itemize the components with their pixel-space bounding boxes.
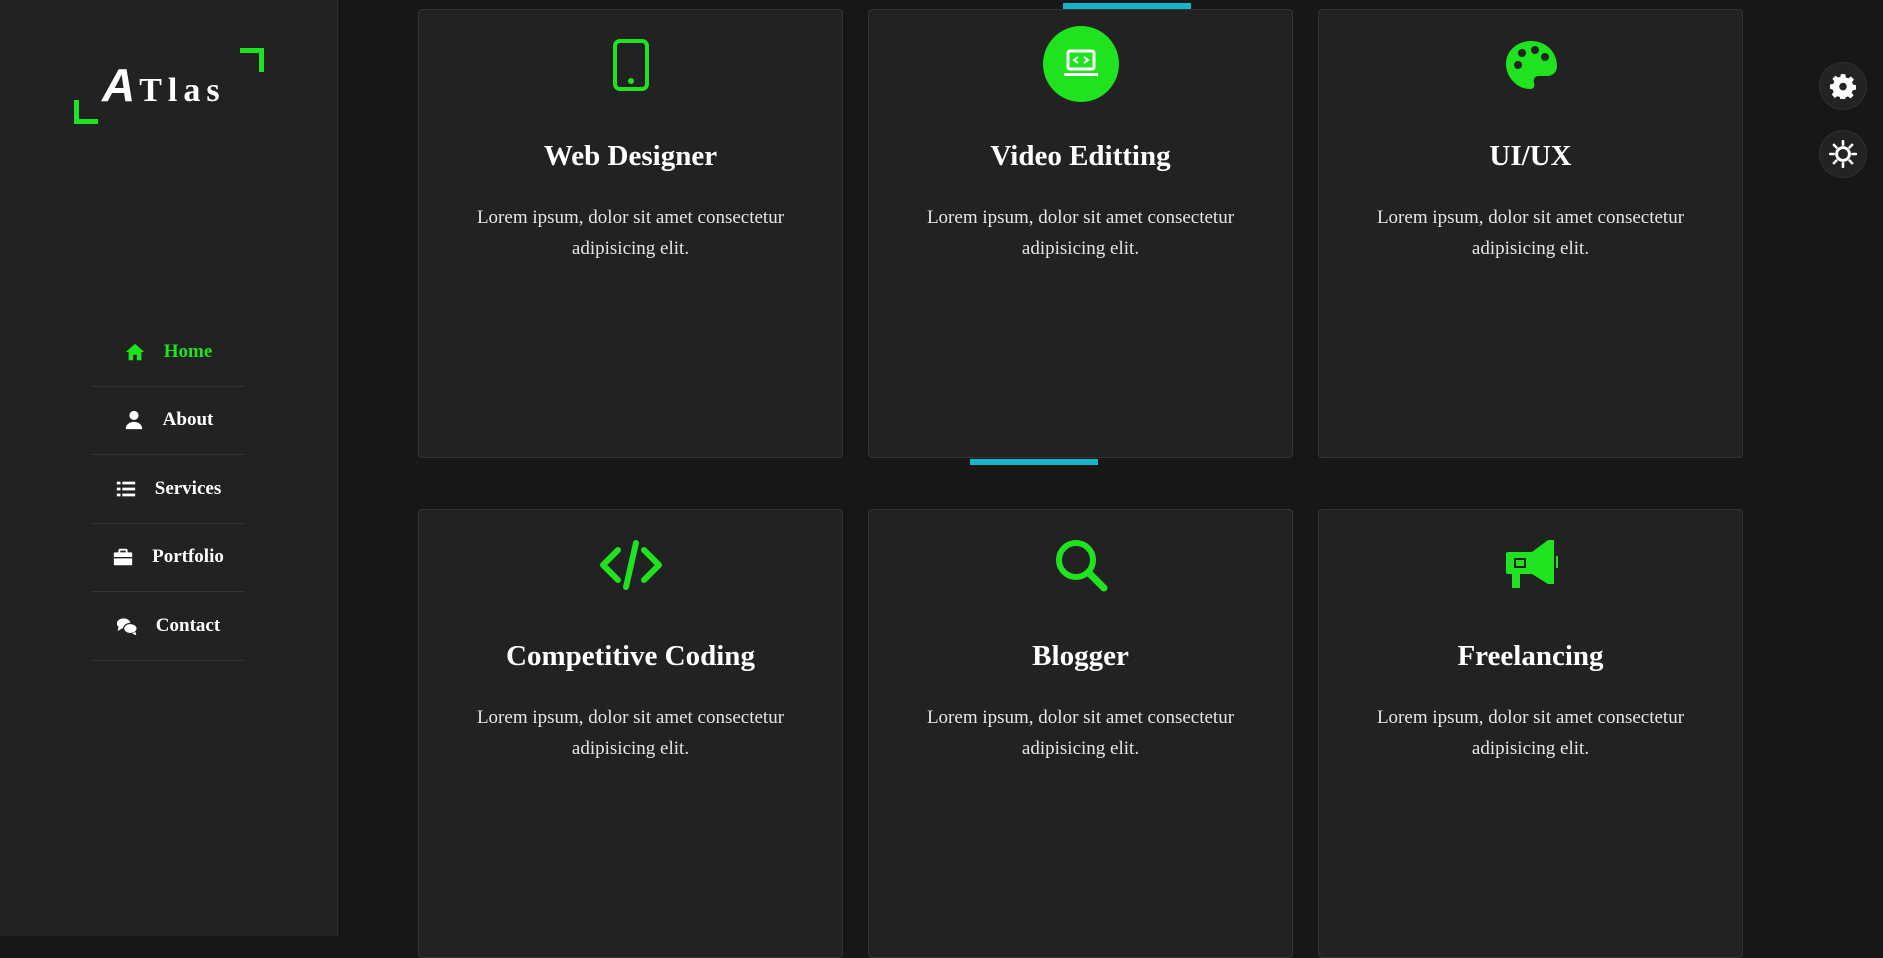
nav-item-home[interactable]: Home xyxy=(92,318,244,387)
mobile-icon xyxy=(593,32,669,98)
nav-item-label: About xyxy=(162,409,214,431)
settings-button[interactable] xyxy=(1819,62,1867,110)
nav-item-label: Home xyxy=(163,340,213,362)
service-card-web-designer[interactable]: Web Designer Lorem ipsum, dolor sit amet… xyxy=(418,9,843,458)
logo-corner-top-right xyxy=(240,48,264,72)
nav-item-about[interactable]: About xyxy=(92,387,244,455)
service-description: Lorem ipsum, dolor sit amet consectetur … xyxy=(1376,207,1685,259)
code-icon xyxy=(593,532,669,598)
service-description: Lorem ipsum, dolor sit amet consectetur … xyxy=(926,207,1235,259)
service-title: Competitive Coding xyxy=(506,640,755,672)
theme-toggle-button[interactable] xyxy=(1819,130,1867,178)
search-icon xyxy=(1043,532,1119,598)
nav-item-label: Portfolio xyxy=(152,546,224,568)
nav-item-label: Services xyxy=(154,477,222,499)
service-card-competitive-coding[interactable]: Competitive Coding Lorem ipsum, dolor si… xyxy=(418,509,843,958)
list-icon xyxy=(116,481,135,497)
sidebar: ATlas Home About Services Portfolio Cont… xyxy=(0,0,338,936)
service-card-video-editting[interactable]: Video Editting Lorem ipsum, dolor sit am… xyxy=(868,9,1293,458)
logo-corner-bottom-left xyxy=(74,100,98,124)
megaphone-icon xyxy=(1493,532,1569,598)
service-title: Video Editting xyxy=(990,140,1171,172)
service-description: Lorem ipsum, dolor sit amet consectetur … xyxy=(476,707,785,759)
laptop-code-icon xyxy=(1042,26,1119,102)
service-title: UI/UX xyxy=(1489,140,1572,172)
logo-text: ATlas xyxy=(102,59,226,111)
logo[interactable]: ATlas xyxy=(74,48,264,124)
nav-item-label: Contact xyxy=(155,614,221,636)
service-card-freelancing[interactable]: Freelancing Lorem ipsum, dolor sit amet … xyxy=(1318,509,1743,958)
nav-item-services[interactable]: Services xyxy=(92,455,244,524)
nav-item-portfolio[interactable]: Portfolio xyxy=(92,524,244,592)
user-icon xyxy=(125,411,142,430)
palette-icon xyxy=(1493,32,1569,98)
service-description: Lorem ipsum, dolor sit amet consectetur … xyxy=(1376,707,1685,759)
gear-icon xyxy=(1830,74,1856,99)
service-description: Lorem ipsum, dolor sit amet consectetur … xyxy=(926,707,1235,759)
main-nav: Home About Services Portfolio Contact xyxy=(92,318,244,661)
active-card-bottom-bar xyxy=(970,459,1098,465)
active-card-top-bar xyxy=(1063,3,1191,9)
service-title: Web Designer xyxy=(543,140,718,172)
service-description: Lorem ipsum, dolor sit amet consectetur … xyxy=(476,207,785,259)
service-card-blogger[interactable]: Blogger Lorem ipsum, dolor sit amet cons… xyxy=(868,509,1293,958)
home-icon xyxy=(125,343,144,360)
sun-icon xyxy=(1829,140,1857,168)
service-title: Blogger xyxy=(1032,640,1129,672)
service-title: Freelancing xyxy=(1457,640,1604,672)
briefcase-icon xyxy=(113,549,133,566)
chat-icon xyxy=(116,618,138,636)
nav-item-contact[interactable]: Contact xyxy=(92,592,244,661)
service-card-ui-ux[interactable]: UI/UX Lorem ipsum, dolor sit amet consec… xyxy=(1318,9,1743,458)
